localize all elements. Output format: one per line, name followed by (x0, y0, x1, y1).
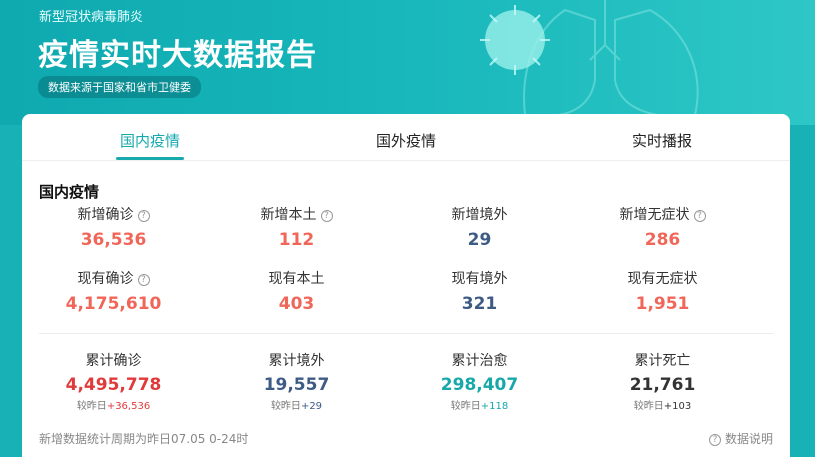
stat-value: 321 (461, 294, 498, 314)
stat-current-local: 现有本土 403 (205, 270, 388, 334)
stat-new-imported: 新增境外 29 (388, 206, 571, 270)
stat-value: 1,951 (635, 294, 690, 314)
compare-label: 较昨日 (633, 401, 664, 412)
stats-period-note: 新增数据统计周期为昨日07.05 0-24时 (39, 432, 249, 446)
compare-label: 较昨日 (270, 401, 301, 412)
stat-label: 新增确诊 (77, 207, 134, 223)
total-label: 累计境外 (268, 353, 325, 369)
stat-new-local: 新增本土? 112 (205, 206, 388, 270)
question-circle-icon: ? (708, 434, 721, 446)
total-label: 累计治愈 (451, 353, 508, 369)
stats-card: 国内疫情 国外疫情 实时播报 国内疫情 新增确诊? 36,536 新增本土? 1… (22, 114, 790, 457)
stat-value: 403 (278, 294, 315, 314)
question-circle-icon[interactable]: ? (320, 210, 333, 222)
hero-banner: 新型冠状病毒肺炎 疫情实时大数据报告 数据来源于国家和省市卫健委 (0, 0, 815, 125)
total-value: 21,761 (629, 375, 696, 395)
stat-value: 112 (278, 230, 315, 250)
stat-current-confirmed: 现有确诊? 4,175,610 (22, 270, 205, 334)
compare-value: +118 (480, 401, 509, 412)
compare-value: +103 (663, 401, 692, 412)
total-value: 4,495,778 (65, 375, 162, 395)
stat-label: 新增境外 (451, 207, 508, 223)
question-circle-icon[interactable]: ? (137, 210, 150, 222)
total-label: 累计确诊 (85, 353, 142, 369)
hero-subtitle: 新型冠状病毒肺炎 (39, 10, 144, 25)
stat-label: 现有确诊 (77, 271, 134, 287)
stats-row-current: 现有确诊? 4,175,610 现有本土 403 现有境外 321 现有无症状 … (22, 270, 790, 334)
stat-label: 现有境外 (451, 271, 508, 287)
total-value: 19,557 (263, 375, 330, 395)
virus-lung-illustration (480, 0, 699, 118)
question-circle-icon[interactable]: ? (137, 274, 150, 286)
totals-row: 累计确诊 4,495,778 较昨日+36,536 累计境外 19,557 较昨… (22, 350, 790, 412)
tab-domestic[interactable]: 国内疫情 (22, 114, 278, 160)
compare-value: +29 (300, 401, 323, 412)
total-label: 累计死亡 (634, 353, 691, 369)
total-value: 298,407 (440, 375, 519, 395)
stat-current-imported: 现有境外 321 (388, 270, 571, 334)
tab-overseas[interactable]: 国外疫情 (278, 114, 534, 160)
stat-label: 新增无症状 (619, 207, 690, 223)
stat-value: 29 (467, 230, 492, 250)
page-title: 疫情实时大数据报告 (38, 38, 317, 73)
compare-label: 较昨日 (76, 401, 107, 412)
data-explanation-label: 数据说明 (724, 432, 773, 446)
total-recovered: 累计治愈 298,407 较昨日+118 (388, 350, 571, 412)
stat-value: 4,175,610 (65, 294, 162, 314)
stats-row-new: 新增确诊? 36,536 新增本土? 112 新增境外 29 新增无症状? 28… (22, 206, 790, 270)
total-imported: 累计境外 19,557 较昨日+29 (205, 350, 388, 412)
data-explanation-link[interactable]: ? 数据说明 (708, 430, 773, 447)
total-deaths: 累计死亡 21,761 较昨日+103 (571, 350, 754, 412)
tab-live-report[interactable]: 实时播报 (534, 114, 790, 160)
question-circle-icon[interactable]: ? (693, 210, 706, 222)
data-source-badge: 数据来源于国家和省市卫健委 (38, 76, 201, 98)
stat-value: 286 (644, 230, 681, 250)
total-confirmed: 累计确诊 4,495,778 较昨日+36,536 (22, 350, 205, 412)
compare-label: 较昨日 (450, 401, 481, 412)
section-title: 国内疫情 (39, 183, 100, 201)
stat-value: 36,536 (80, 230, 147, 250)
stats-grid: 新增确诊? 36,536 新增本土? 112 新增境外 29 新增无症状? 28… (22, 206, 790, 334)
stat-new-asymptomatic: 新增无症状? 286 (571, 206, 754, 270)
stat-new-confirmed: 新增确诊? 36,536 (22, 206, 205, 270)
stat-label: 现有本土 (268, 271, 325, 287)
stat-label: 新增本土 (260, 207, 317, 223)
tab-bar: 国内疫情 国外疫情 实时播报 (22, 114, 790, 161)
divider (39, 333, 773, 334)
stat-current-asymptomatic: 现有无症状 1,951 (571, 270, 754, 334)
compare-value: +36,536 (106, 401, 151, 412)
stat-label: 现有无症状 (627, 271, 698, 287)
